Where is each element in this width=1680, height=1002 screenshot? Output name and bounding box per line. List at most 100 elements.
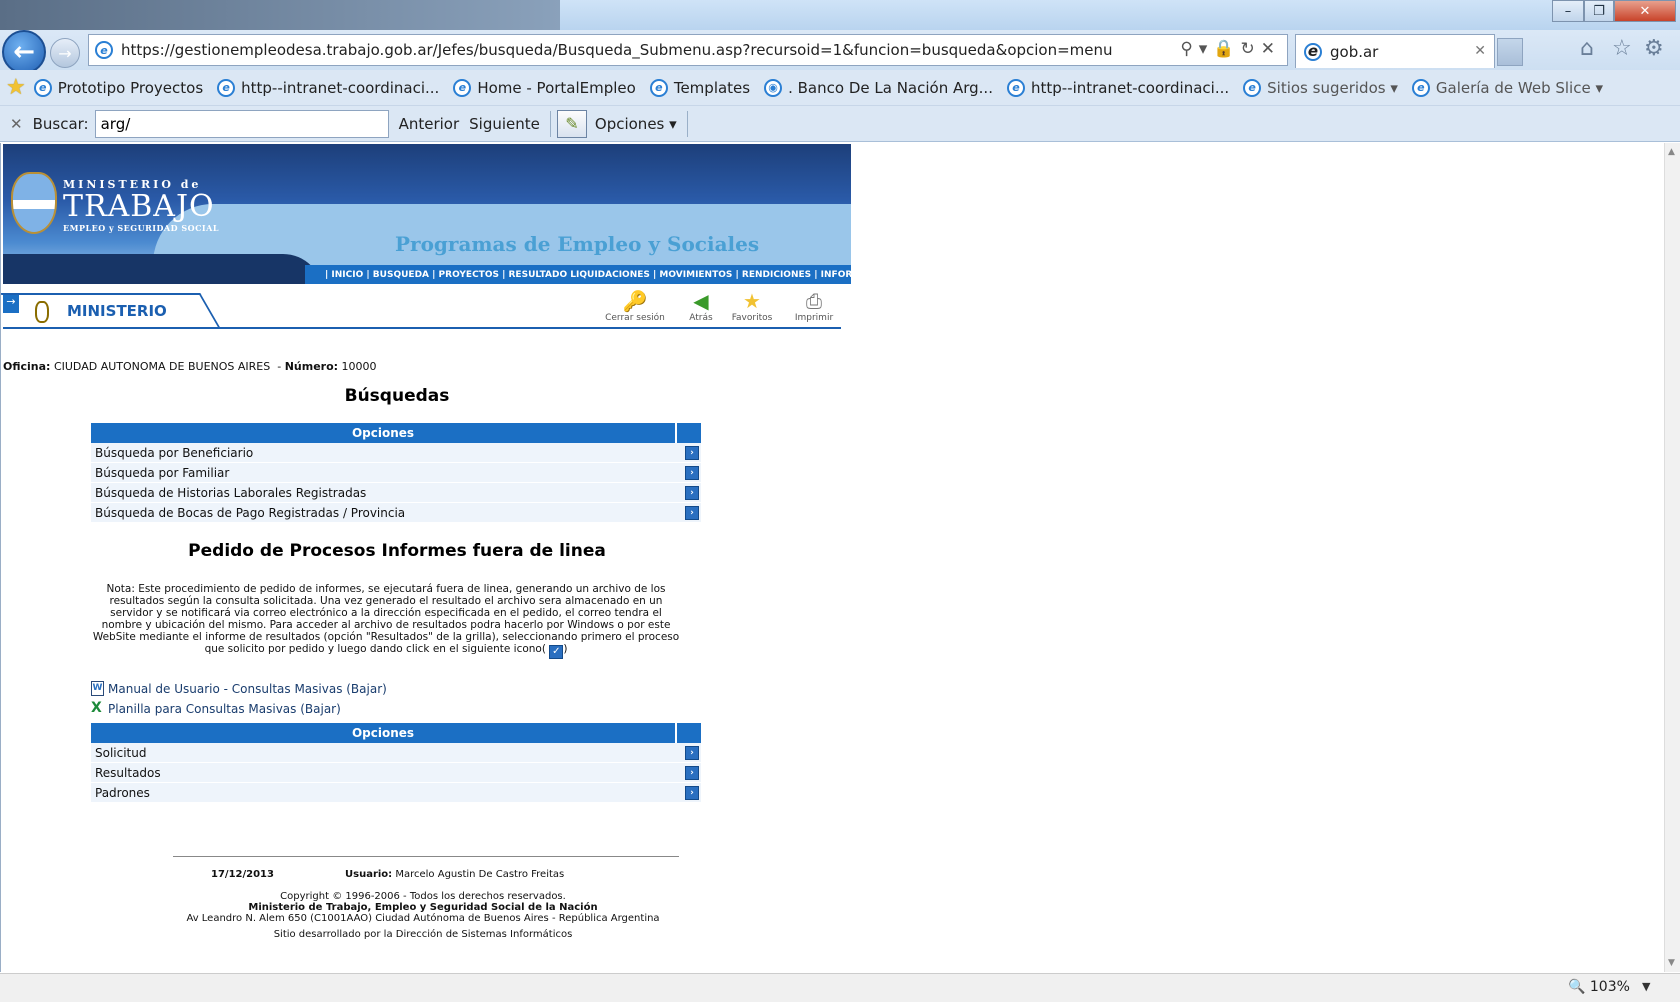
page-viewport: MINISTERIO de TRABAJO EMPLEO y SEGURIDAD… bbox=[0, 143, 1664, 972]
pedido-title: Pedido de Procesos Informes fuera de lin… bbox=[188, 541, 606, 561]
chevron-right-icon[interactable]: › bbox=[685, 786, 699, 800]
separator bbox=[686, 110, 688, 137]
table-row[interactable]: Búsqueda de Historias Laborales Registra… bbox=[91, 483, 701, 503]
section-label: MINISTERIO bbox=[67, 302, 167, 320]
table-row[interactable]: Búsqueda por Beneficiario › bbox=[91, 443, 701, 463]
argentina-seal-icon bbox=[11, 172, 57, 234]
key-icon: 🔑 bbox=[622, 289, 648, 313]
ie-icon: e bbox=[649, 78, 668, 97]
forward-button[interactable]: → bbox=[50, 38, 80, 68]
chevron-right-icon[interactable]: › bbox=[685, 506, 699, 520]
separator bbox=[549, 110, 551, 137]
ie-icon: e bbox=[1411, 78, 1430, 97]
excel-icon: X bbox=[91, 700, 102, 716]
footer-user: Usuario: Marcelo Agustin De Castro Freit… bbox=[345, 869, 565, 880]
small-seal-icon bbox=[35, 301, 49, 323]
blurred-taskbar bbox=[0, 0, 560, 30]
imprimir-button[interactable]: ⎙ Imprimir bbox=[784, 289, 844, 323]
chevron-right-icon[interactable]: › bbox=[685, 746, 699, 760]
oficina-info: Oficina: CIUDAD AUTONOMA DE BUENOS AIRES… bbox=[3, 360, 377, 373]
find-next-button[interactable]: Siguiente bbox=[469, 115, 540, 133]
window-titlebar: – ❐ ✕ bbox=[0, 0, 1680, 30]
table-row[interactable]: Búsqueda por Familiar › bbox=[91, 463, 701, 483]
ministry-logo: MINISTERIO de TRABAJO EMPLEO y SEGURIDAD… bbox=[63, 178, 220, 233]
chevron-right-icon[interactable]: › bbox=[685, 486, 699, 500]
close-tab-icon[interactable]: ✕ bbox=[1474, 43, 1486, 59]
tab-title: gob.ar bbox=[1330, 42, 1379, 61]
fav-item-4[interactable]: ◉. Banco De La Nación Arg... bbox=[764, 78, 993, 97]
new-tab-button[interactable] bbox=[1497, 38, 1523, 66]
zoom-level[interactable]: 🔍 103% bbox=[1568, 979, 1630, 995]
chevron-right-icon[interactable]: › bbox=[685, 766, 699, 780]
fav-item-5[interactable]: e http--intranet-coordinaci... bbox=[1006, 78, 1229, 97]
navigation-bar: ← → e https://gestionempleodesa.trabajo.… bbox=[0, 30, 1680, 74]
manual-link[interactable]: W Manual de Usuario - Consultas Masivas (… bbox=[91, 681, 387, 696]
browser-tab[interactable]: e gob.ar ✕ bbox=[1295, 34, 1495, 68]
find-prev-button[interactable]: Anterior bbox=[399, 115, 460, 133]
table-header: Opciones bbox=[91, 423, 701, 443]
cerrar-sesion-button[interactable]: 🔑 Cerrar sesión bbox=[605, 289, 665, 323]
footer-copyright: Copyright © 1996-2006 - Todos los derech… bbox=[186, 891, 660, 940]
ie-page-icon: e bbox=[95, 41, 113, 59]
fav-item-2[interactable]: e Home - PortalEmpleo bbox=[453, 78, 636, 97]
ie-icon: e bbox=[217, 78, 236, 97]
favorites-bar: ★ e Prototipo Proyectos e http--intranet-c… bbox=[0, 70, 1680, 106]
favorites-star-icon[interactable]: ★ bbox=[6, 75, 26, 100]
fav-item-1[interactable]: e http--intranet-coordinaci... bbox=[217, 78, 439, 97]
section-underline bbox=[3, 327, 841, 329]
address-bar[interactable]: e https://gestionempleodesa.trabajo.gob.… bbox=[88, 34, 1288, 66]
ie-icon: e bbox=[453, 78, 472, 97]
word-doc-icon: W bbox=[91, 681, 104, 696]
fav-item-0[interactable]: e Prototipo Proyectos bbox=[33, 78, 203, 97]
favorites-star-icon[interactable]: ☆ bbox=[1612, 36, 1632, 61]
program-title: Programas de Empleo y Sociales bbox=[395, 232, 760, 256]
scroll-up-icon[interactable]: ▲ bbox=[1668, 147, 1675, 157]
pedido-table: Opciones Solicitud › Resultados › Padrones… bbox=[91, 723, 701, 803]
table-header: Opciones bbox=[91, 723, 701, 743]
close-find-icon[interactable]: ✕ bbox=[10, 115, 23, 133]
status-bar: 🔍 103% ▼ bbox=[0, 973, 1680, 1002]
address-tools-icons[interactable]: ⚲▾🔒↻✕ bbox=[1180, 39, 1281, 59]
highlight-pen-icon[interactable]: ✎ bbox=[556, 109, 587, 138]
vertical-scrollbar[interactable]: ▲ ▼ bbox=[1664, 143, 1680, 972]
home-icon[interactable]: ⌂ bbox=[1580, 36, 1594, 61]
table-row[interactable]: Búsqueda de Bocas de Pago Registradas / … bbox=[91, 503, 701, 523]
busquedas-table: Opciones Búsqueda por Beneficiario › Búsq… bbox=[91, 423, 701, 523]
ministry-banner: MINISTERIO de TRABAJO EMPLEO y SEGURIDAD… bbox=[3, 144, 851, 284]
favoritos-button[interactable]: ★ Favoritos bbox=[722, 289, 782, 323]
ie-icon: e bbox=[1006, 78, 1025, 97]
gear-icon[interactable]: ⚙ bbox=[1644, 36, 1664, 61]
zoom-dropdown-icon[interactable]: ▼ bbox=[1642, 980, 1650, 993]
maximize-button[interactable]: ❐ bbox=[1584, 0, 1614, 22]
fav-galeria-web-slice[interactable]: e Galería de Web Slice ▾ bbox=[1411, 78, 1603, 97]
table-row[interactable]: Solicitud › bbox=[91, 743, 701, 763]
chevron-right-icon[interactable]: › bbox=[685, 446, 699, 460]
busquedas-title: Búsquedas bbox=[344, 386, 450, 406]
ie-icon: e bbox=[1243, 78, 1262, 97]
find-label: Buscar: bbox=[32, 114, 89, 133]
fav-item-3[interactable]: e Templates bbox=[649, 78, 750, 97]
bank-icon: ◉ bbox=[764, 78, 783, 97]
table-row[interactable]: Padrones › bbox=[91, 783, 701, 803]
banner-swoosh-dark bbox=[3, 254, 323, 284]
minimize-button[interactable]: – bbox=[1552, 0, 1584, 22]
find-options-button[interactable]: Opciones ▾ bbox=[595, 115, 677, 133]
check-result-icon: ✓ bbox=[549, 645, 564, 659]
address-url[interactable]: https://gestionempleodesa.trabajo.gob.ar… bbox=[121, 41, 1113, 59]
back-button[interactable]: ← bbox=[2, 30, 46, 74]
planilla-link[interactable]: X Planilla para Consultas Masivas (Bajar) bbox=[91, 701, 341, 716]
chevron-right-icon[interactable]: › bbox=[685, 466, 699, 480]
top-nav-links[interactable]: | INICIO | BUSQUEDA | PROYECTOS | RESULT… bbox=[305, 265, 851, 284]
scroll-down-icon[interactable]: ▼ bbox=[1668, 958, 1675, 968]
close-window-button[interactable]: ✕ bbox=[1614, 0, 1676, 22]
star-icon: ★ bbox=[743, 289, 761, 313]
footer-date: 17/12/2013 bbox=[211, 869, 274, 880]
find-bar: ✕ Buscar: Anterior Siguiente ✎ Opciones … bbox=[0, 106, 1680, 142]
footer-divider bbox=[173, 856, 679, 857]
ie-icon: e bbox=[33, 78, 52, 97]
find-input[interactable] bbox=[94, 109, 389, 138]
fav-sitios-sugeridos[interactable]: e Sitios sugeridos ▾ bbox=[1243, 78, 1398, 97]
table-row[interactable]: Resultados › bbox=[91, 763, 701, 783]
printer-icon: ⎙ bbox=[806, 289, 822, 313]
pedido-note: Nota: Este procedimiento de pedido de in… bbox=[92, 583, 680, 659]
